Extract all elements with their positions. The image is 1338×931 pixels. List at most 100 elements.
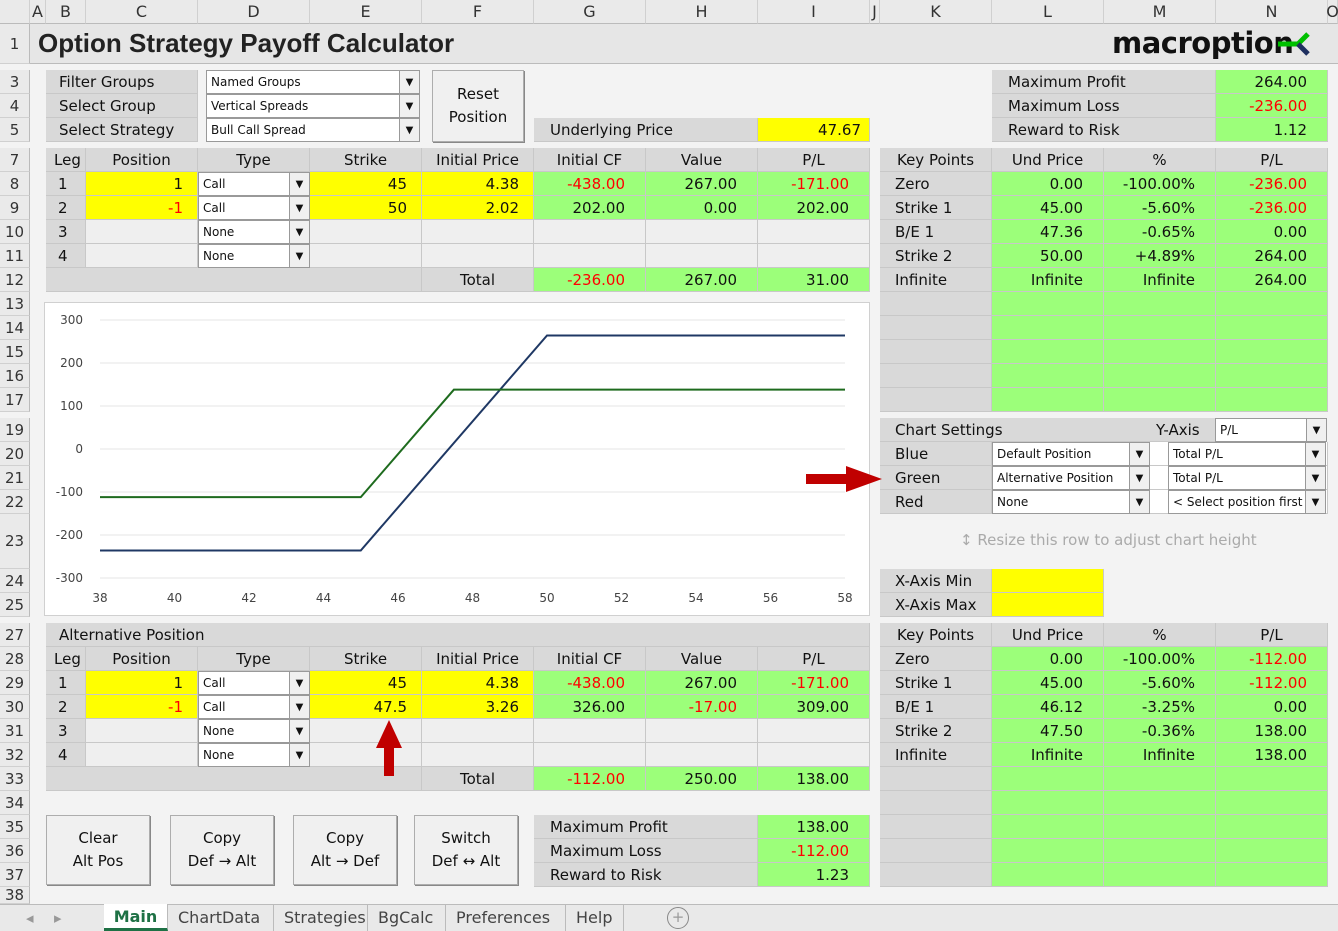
chevron-down-icon[interactable]: ▼ <box>289 245 309 267</box>
chevron-down-icon[interactable]: ▼ <box>1129 491 1149 513</box>
y-axis-dropdown[interactable]: P/L ▼ <box>1215 418 1327 442</box>
initial-price-input[interactable] <box>422 244 534 268</box>
selector-dropdown-2[interactable]: Bull Call Spread ▼ <box>206 118 420 142</box>
chevron-down-icon[interactable]: ▼ <box>289 672 309 694</box>
selector-dropdown-1[interactable]: Vertical Spreads ▼ <box>206 94 420 118</box>
chevron-down-icon[interactable]: ▼ <box>399 119 419 141</box>
add-sheet-icon[interactable]: + <box>667 907 689 929</box>
action-button-1[interactable]: Copy Def → Alt <box>170 815 274 885</box>
row-header-37[interactable]: 37 <box>0 863 30 887</box>
position-input[interactable]: -1 <box>86 196 198 220</box>
strike-input[interactable] <box>310 244 422 268</box>
underlying-price-input[interactable]: 47.67 <box>758 118 870 142</box>
chevron-down-icon[interactable]: ▼ <box>1305 467 1325 489</box>
column-header-C[interactable]: C <box>86 0 198 24</box>
row-header-20[interactable]: 20 <box>0 442 30 466</box>
strike-input[interactable] <box>310 743 422 767</box>
column-header-J[interactable]: J <box>870 0 880 24</box>
series-position-dropdown[interactable]: None ▼ <box>992 490 1150 514</box>
action-button-3[interactable]: Switch Def ↔ Alt <box>414 815 518 885</box>
strike-input[interactable]: 47.5 <box>310 695 422 719</box>
row-header-22[interactable]: 22 <box>0 490 30 514</box>
row-header-15[interactable]: 15 <box>0 340 30 364</box>
type-dropdown[interactable]: Call ▼ <box>198 196 310 220</box>
row-header-11[interactable]: 11 <box>0 244 30 268</box>
row-header-38[interactable]: 38 <box>0 886 30 904</box>
column-header-H[interactable]: H <box>646 0 758 24</box>
position-input[interactable]: -1 <box>86 695 198 719</box>
x-axis-max-input[interactable] <box>992 593 1104 617</box>
initial-price-input[interactable]: 4.38 <box>422 671 534 695</box>
row-header-19[interactable]: 19 <box>0 418 30 442</box>
position-input[interactable]: 1 <box>86 671 198 695</box>
row-header-17[interactable]: 17 <box>0 388 30 412</box>
position-input[interactable] <box>86 244 198 268</box>
chevron-down-icon[interactable]: ▼ <box>289 744 309 766</box>
scroll-right-icon[interactable]: ▸ <box>54 909 68 927</box>
tab-strategies[interactable]: Strategies <box>274 904 368 931</box>
column-header-F[interactable]: F <box>422 0 534 24</box>
row-header-21[interactable]: 21 <box>0 466 30 490</box>
strike-input[interactable]: 45 <box>310 671 422 695</box>
tab-main[interactable]: Main <box>104 904 168 931</box>
tab-help[interactable]: Help <box>566 904 624 931</box>
chevron-down-icon[interactable]: ▼ <box>289 197 309 219</box>
action-button-2[interactable]: Copy Alt → Def <box>293 815 397 885</box>
row-header-29[interactable]: 29 <box>0 671 30 695</box>
series-type-dropdown[interactable]: < Select position first ▼ <box>1168 490 1326 514</box>
initial-price-input[interactable] <box>422 743 534 767</box>
series-type-dropdown[interactable]: Total P/L ▼ <box>1168 442 1326 466</box>
tab-preferences[interactable]: Preferences <box>446 904 566 931</box>
initial-price-input[interactable] <box>422 220 534 244</box>
column-header-L[interactable]: L <box>992 0 1104 24</box>
position-input[interactable] <box>86 743 198 767</box>
row-header-9[interactable]: 9 <box>0 196 30 220</box>
selector-dropdown-0[interactable]: Named Groups ▼ <box>206 70 420 94</box>
chevron-down-icon[interactable]: ▼ <box>289 173 309 195</box>
type-dropdown[interactable]: None ▼ <box>198 220 310 244</box>
type-dropdown[interactable]: Call ▼ <box>198 695 310 719</box>
initial-price-input[interactable]: 4.38 <box>422 172 534 196</box>
type-dropdown[interactable]: Call ▼ <box>198 172 310 196</box>
column-header-I[interactable]: I <box>758 0 870 24</box>
column-header-K[interactable]: K <box>880 0 992 24</box>
action-button-0[interactable]: Clear Alt Pos <box>46 815 150 885</box>
initial-price-input[interactable] <box>422 719 534 743</box>
strike-input[interactable] <box>310 220 422 244</box>
row-header-28[interactable]: 28 <box>0 647 30 671</box>
row-header-8[interactable]: 8 <box>0 172 30 196</box>
row-header-31[interactable]: 31 <box>0 719 30 743</box>
row-header-10[interactable]: 10 <box>0 220 30 244</box>
strike-input[interactable]: 45 <box>310 172 422 196</box>
row-header-25[interactable]: 25 <box>0 593 30 617</box>
scroll-left-icon[interactable]: ◂ <box>26 909 40 927</box>
type-dropdown[interactable]: None ▼ <box>198 743 310 767</box>
series-type-dropdown[interactable]: Total P/L ▼ <box>1168 466 1326 490</box>
column-header-B[interactable]: B <box>46 0 86 24</box>
chevron-down-icon[interactable]: ▼ <box>1306 419 1326 441</box>
row-header-7[interactable]: 7 <box>0 148 30 172</box>
chevron-down-icon[interactable]: ▼ <box>399 95 419 117</box>
row-header-24[interactable]: 24 <box>0 569 30 593</box>
column-header-G[interactable]: G <box>534 0 646 24</box>
row-header-1[interactable]: 1 <box>0 24 30 64</box>
select-all-corner[interactable] <box>0 0 30 24</box>
row-header-13[interactable]: 13 <box>0 292 30 316</box>
strike-input[interactable] <box>310 719 422 743</box>
row-header-14[interactable]: 14 <box>0 316 30 340</box>
row-header-36[interactable]: 36 <box>0 839 30 863</box>
row-header-34[interactable]: 34 <box>0 791 30 815</box>
initial-price-input[interactable]: 3.26 <box>422 695 534 719</box>
x-axis-min-input[interactable] <box>992 569 1104 593</box>
column-header-E[interactable]: E <box>310 0 422 24</box>
position-input[interactable] <box>86 220 198 244</box>
chevron-down-icon[interactable]: ▼ <box>289 221 309 243</box>
series-position-dropdown[interactable]: Alternative Position ▼ <box>992 466 1150 490</box>
row-header-23[interactable]: 23 <box>0 514 30 569</box>
tab-chartdata[interactable]: ChartData <box>168 904 274 931</box>
chevron-down-icon[interactable]: ▼ <box>1129 467 1149 489</box>
row-header-12[interactable]: 12 <box>0 268 30 292</box>
row-header-27[interactable]: 27 <box>0 623 30 647</box>
column-header-O[interactable]: O <box>1326 0 1338 24</box>
chevron-down-icon[interactable]: ▼ <box>1305 491 1325 513</box>
